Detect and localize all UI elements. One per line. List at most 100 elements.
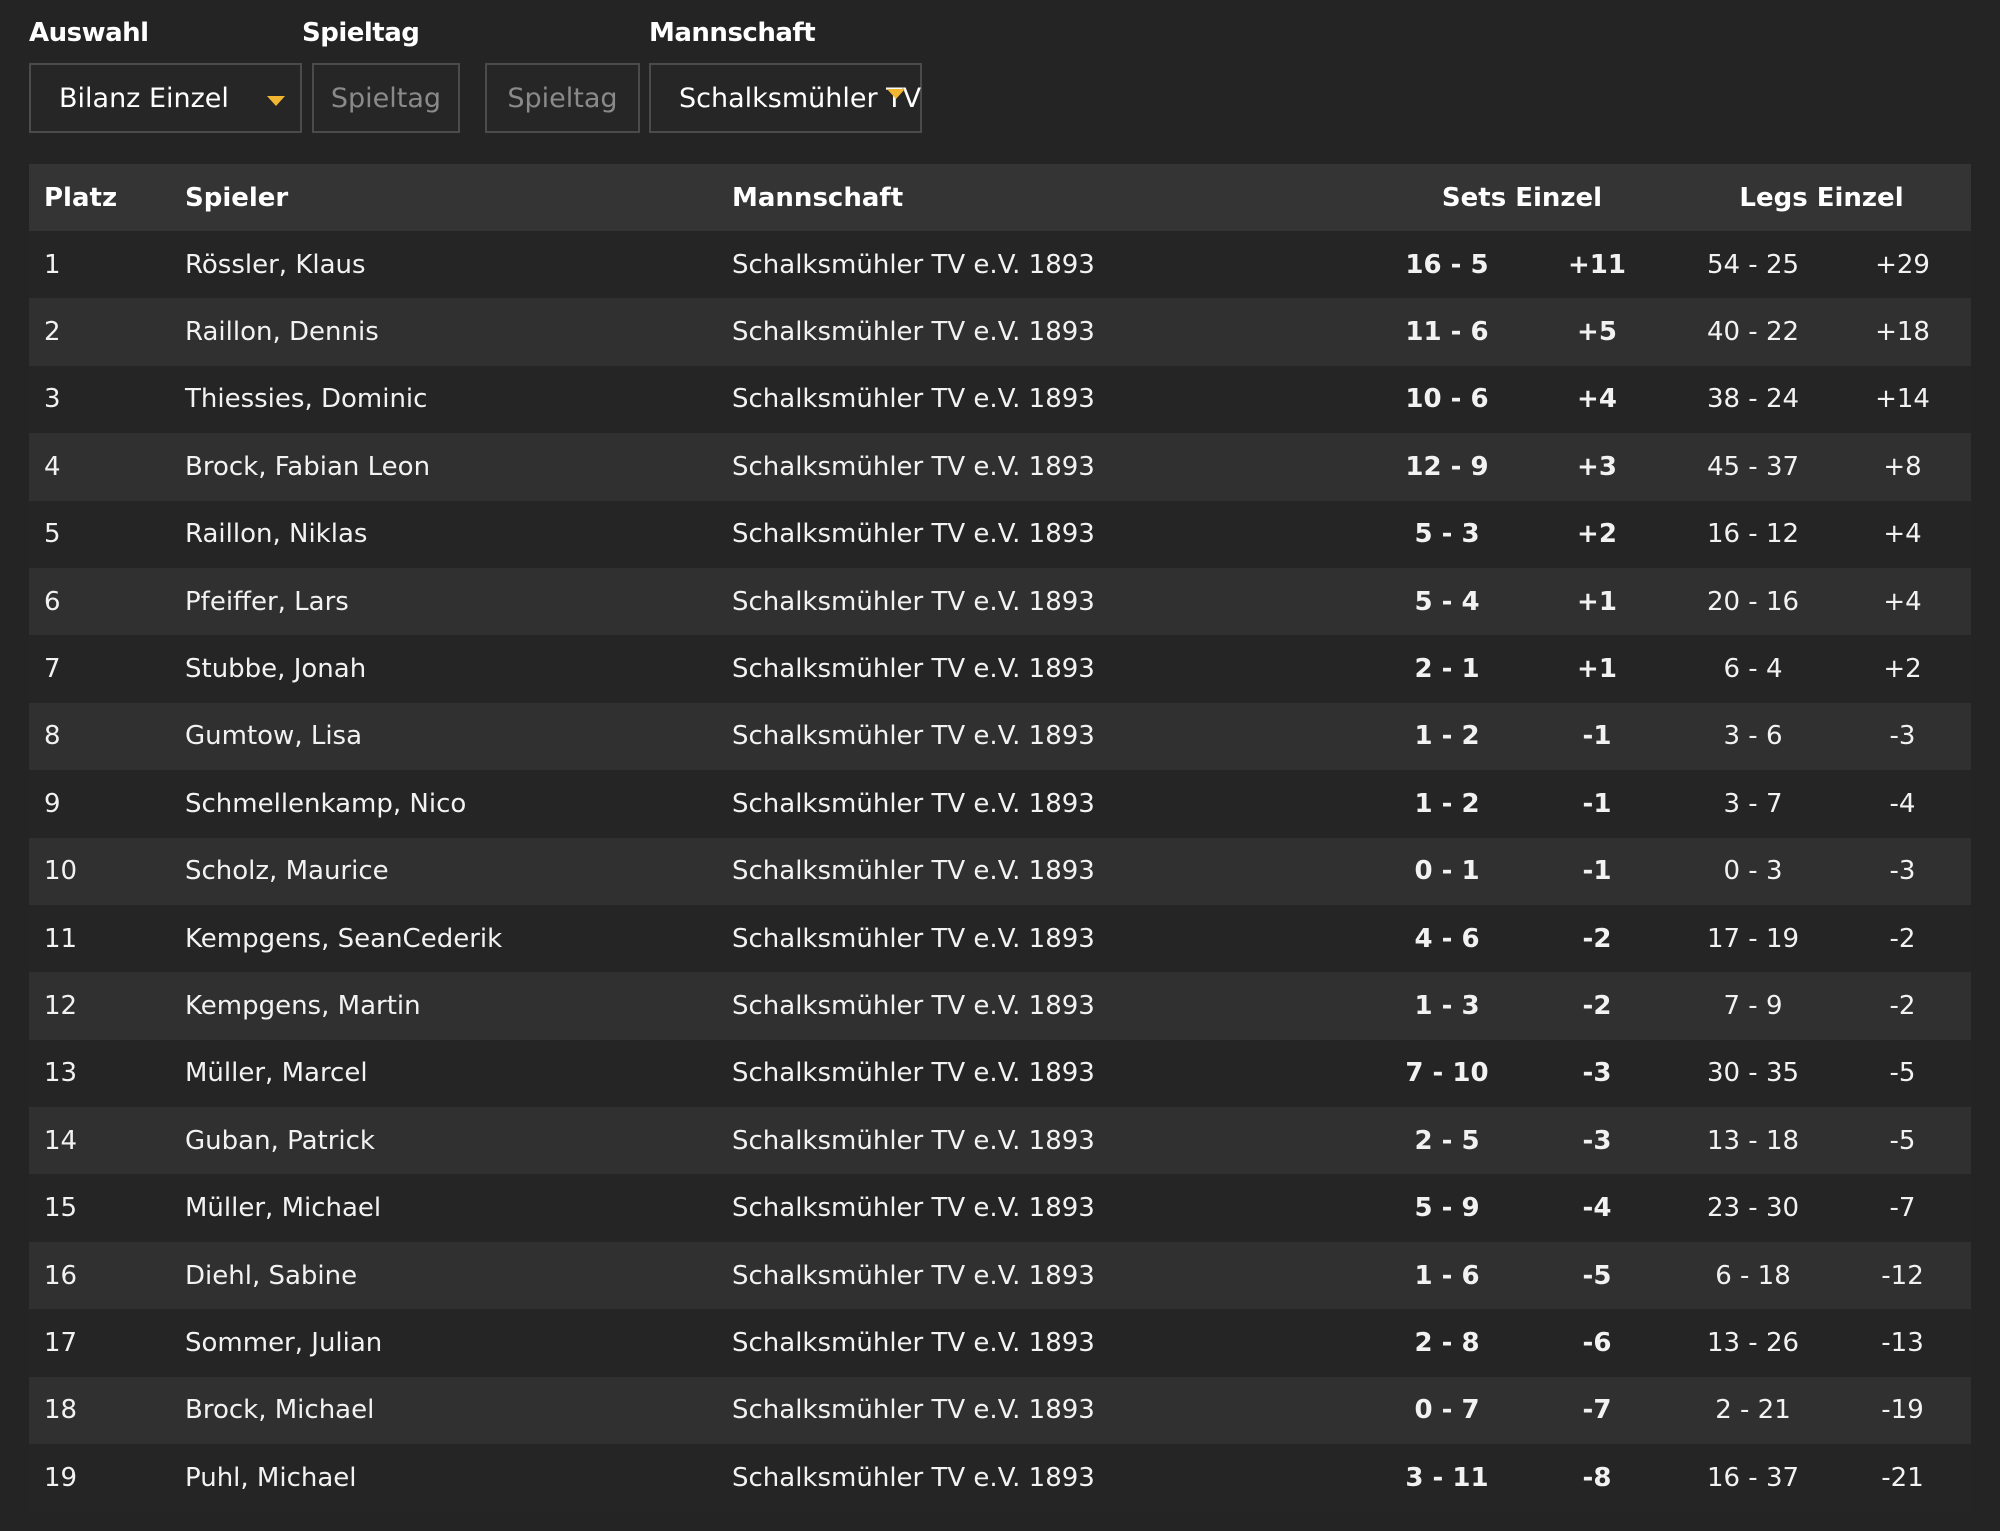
cell-sets: 5 - 9	[1414, 1193, 1480, 1224]
cell-legs: 20 - 16	[1706, 586, 1800, 617]
cell-legs-diff: -3	[1889, 721, 1916, 752]
cell-spieler[interactable]: Rössler, Klaus	[185, 231, 732, 298]
cell-platz: 2	[44, 317, 61, 348]
cell-sets-diff: -1	[1582, 856, 1612, 887]
spieltag-from-input[interactable]: Spieltag	[312, 63, 460, 133]
cell-platz: 5	[44, 519, 61, 550]
cell-legs-diff: +18	[1875, 317, 1930, 348]
table-row: 4 Brock, Fabian Leon Schalksmühler TV e.V.…	[29, 433, 1972, 501]
table-row: 1 Rössler, Klaus Schalksmühler TV e.V. 189…	[29, 231, 1972, 299]
filter-bar: Auswahl Spieltag Mannschaft Bilanz Einze…	[0, 0, 2000, 150]
header-platz[interactable]: Platz	[29, 164, 185, 231]
cell-legs-diff: -7	[1889, 1193, 1916, 1224]
caret-down-icon	[887, 89, 905, 99]
cell-legs: 23 - 30	[1706, 1193, 1800, 1224]
cell-spieler[interactable]: Scholz, Maurice	[185, 838, 732, 905]
cell-spieler[interactable]: Guban, Patrick	[185, 1107, 732, 1174]
cell-sets-diff: +11	[1568, 249, 1626, 280]
cell-sets-diff: +1	[1577, 654, 1617, 685]
cell-spieler[interactable]: Brock, Michael	[185, 1377, 732, 1444]
table-row: 15 Müller, Michael Schalksmühler TV e.V. 1…	[29, 1174, 1972, 1242]
table-row: 9 Schmellenkamp, Nico Schalksmühler TV e.V…	[29, 770, 1972, 838]
mannschaft-label: Mannschaft	[649, 18, 816, 48]
table-row: 17 Sommer, Julian Schalksmühler TV e.V. 18…	[29, 1309, 1972, 1377]
cell-legs-diff: +4	[1883, 519, 1922, 550]
cell-spieler[interactable]: Sommer, Julian	[185, 1309, 732, 1376]
cell-legs: 30 - 35	[1706, 1058, 1800, 1089]
mannschaft-select[interactable]: Schalksmühler TV	[649, 63, 922, 133]
cell-sets: 1 - 6	[1414, 1260, 1480, 1291]
cell-platz: 14	[44, 1125, 78, 1156]
cell-legs: 6 - 18	[1715, 1260, 1791, 1291]
cell-platz: 1	[44, 249, 61, 280]
cell-mannschaft: Schalksmühler TV e.V. 1893	[732, 1395, 1095, 1426]
cell-legs-diff: -5	[1889, 1058, 1916, 1089]
cell-mannschaft: Schalksmühler TV e.V. 1893	[732, 1125, 1095, 1156]
cell-spieler[interactable]: Raillon, Niklas	[185, 501, 732, 568]
cell-spieler[interactable]: Müller, Michael	[185, 1174, 732, 1241]
cell-platz: 15	[44, 1193, 78, 1224]
cell-sets: 5 - 3	[1414, 519, 1480, 550]
table-row: 3 Thiessies, Dominic Schalksmühler TV e.V.…	[29, 365, 1972, 434]
cell-spieler[interactable]: Kempgens, SeanCederik	[185, 905, 732, 972]
cell-legs-diff: -12	[1881, 1260, 1924, 1291]
cell-legs: 3 - 6	[1723, 721, 1783, 752]
cell-spieler[interactable]: Thiessies, Dominic	[185, 366, 732, 433]
cell-legs-diff: -19	[1881, 1395, 1924, 1426]
cell-spieler[interactable]: Puhl, Michael	[185, 1444, 732, 1511]
caret-down-icon	[267, 96, 285, 106]
cell-mannschaft: Schalksmühler TV e.V. 1893	[732, 654, 1095, 685]
cell-spieler[interactable]: Müller, Marcel	[185, 1040, 732, 1107]
cell-sets: 2 - 1	[1414, 654, 1480, 685]
cell-spieler[interactable]: Stubbe, Jonah	[185, 635, 732, 702]
bilanz-table: Platz Spieler Mannschaft Sets Einzel Leg…	[29, 164, 1972, 1512]
spieltag-to-input[interactable]: Spieltag	[485, 63, 640, 133]
cell-spieler[interactable]: Pfeiffer, Lars	[185, 568, 732, 635]
cell-mannschaft: Schalksmühler TV e.V. 1893	[732, 721, 1095, 752]
cell-legs: 3 - 7	[1723, 788, 1783, 819]
cell-sets-diff: -7	[1582, 1395, 1612, 1426]
cell-mannschaft: Schalksmühler TV e.V. 1893	[732, 1327, 1095, 1358]
cell-spieler[interactable]: Brock, Fabian Leon	[185, 433, 732, 500]
spieltag-from-placeholder: Spieltag	[330, 82, 442, 114]
header-mannschaft[interactable]: Mannschaft	[732, 164, 1372, 231]
header-sets-einzel[interactable]: Sets Einzel	[1372, 164, 1672, 231]
cell-sets: 3 - 11	[1405, 1462, 1489, 1493]
cell-sets: 0 - 7	[1414, 1395, 1480, 1426]
table-row: 7 Stubbe, Jonah Schalksmühler TV e.V. 1893…	[29, 635, 1972, 703]
cell-platz: 7	[44, 654, 61, 685]
cell-legs: 0 - 3	[1723, 856, 1783, 887]
cell-platz: 9	[44, 788, 61, 819]
cell-legs: 17 - 19	[1706, 923, 1800, 954]
cell-mannschaft: Schalksmühler TV e.V. 1893	[732, 249, 1095, 280]
cell-spieler[interactable]: Raillon, Dennis	[185, 298, 732, 365]
cell-spieler[interactable]: Schmellenkamp, Nico	[185, 770, 732, 837]
cell-legs-diff: -5	[1889, 1125, 1916, 1156]
table-row: 10 Scholz, Maurice Schalksmühler TV e.V. 1…	[29, 837, 1972, 905]
spieltag-to-placeholder: Spieltag	[507, 82, 618, 114]
cell-mannschaft: Schalksmühler TV e.V. 1893	[732, 856, 1095, 887]
cell-legs: 45 - 37	[1706, 451, 1800, 482]
cell-mannschaft: Schalksmühler TV e.V. 1893	[732, 1193, 1095, 1224]
header-spieler[interactable]: Spieler	[185, 164, 732, 231]
cell-legs-diff: -2	[1889, 990, 1916, 1021]
cell-spieler[interactable]: Kempgens, Martin	[185, 972, 732, 1039]
cell-sets: 1 - 2	[1414, 721, 1480, 752]
cell-mannschaft: Schalksmühler TV e.V. 1893	[732, 990, 1095, 1021]
cell-legs: 7 - 9	[1723, 990, 1783, 1021]
table-header-row: Platz Spieler Mannschaft Sets Einzel Leg…	[29, 164, 1972, 231]
header-legs-einzel[interactable]: Legs Einzel	[1672, 164, 1971, 231]
cell-sets-diff: -3	[1582, 1058, 1612, 1089]
cell-spieler[interactable]: Gumtow, Lisa	[185, 703, 732, 770]
cell-mannschaft: Schalksmühler TV e.V. 1893	[732, 1462, 1095, 1493]
auswahl-select[interactable]: Bilanz Einzel	[29, 63, 302, 133]
cell-sets: 7 - 10	[1405, 1058, 1489, 1089]
cell-platz: 4	[44, 451, 61, 482]
cell-spieler[interactable]: Diehl, Sabine	[185, 1242, 732, 1309]
cell-mannschaft: Schalksmühler TV e.V. 1893	[732, 1260, 1095, 1291]
table-row: 2 Raillon, Dennis Schalksmühler TV e.V. 18…	[29, 298, 1972, 366]
table-row: 8 Gumtow, Lisa Schalksmühler TV e.V. 1893 1…	[29, 702, 1972, 771]
cell-platz: 11	[44, 923, 78, 954]
cell-legs-diff: -13	[1881, 1327, 1924, 1358]
table-row: 19 Puhl, Michael Schalksmühler TV e.V. 189…	[29, 1444, 1972, 1512]
